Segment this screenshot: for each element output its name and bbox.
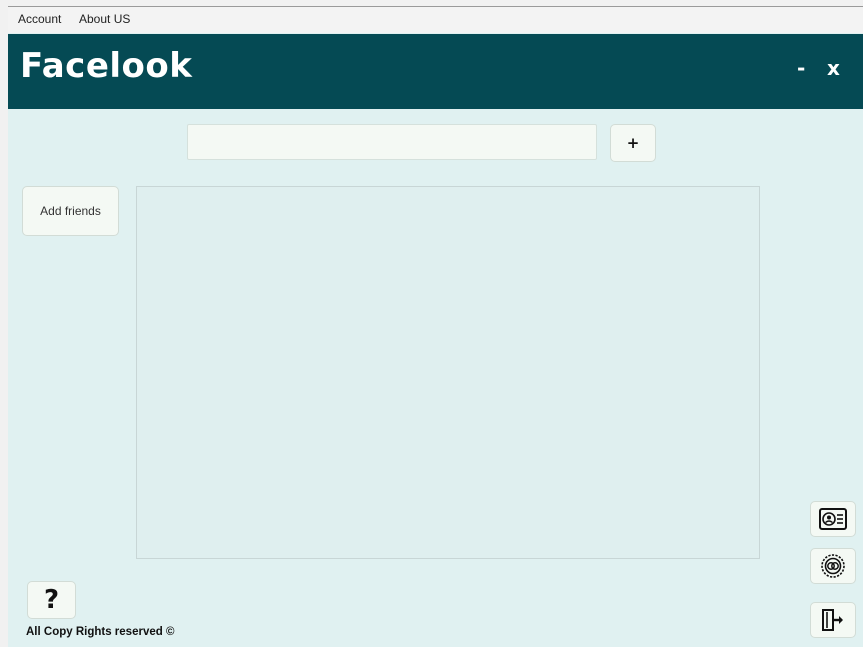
settings-button[interactable] [810, 548, 856, 584]
profile-card-icon [819, 508, 847, 530]
app-header: Facelook - x [8, 34, 863, 109]
help-button[interactable]: ? [27, 581, 76, 619]
logout-icon [822, 609, 843, 631]
add-button[interactable]: + [610, 124, 656, 162]
minimize-button[interactable]: - [797, 56, 805, 80]
content-panel [136, 186, 760, 559]
app-title: Facelook [20, 46, 193, 86]
logout-button[interactable] [810, 602, 856, 638]
menu-bar: Account About US [8, 7, 863, 33]
add-friends-button[interactable]: Add friends [22, 186, 119, 236]
menu-about-us[interactable]: About US [79, 12, 130, 26]
profile-card-button[interactable] [810, 501, 856, 537]
app-window: Account About US Facelook - x + Add frie… [8, 6, 863, 647]
close-button[interactable]: x [827, 56, 840, 80]
settings-icon [821, 554, 845, 578]
copyright-footer: All Copy Rights reserved © [26, 626, 175, 638]
search-input[interactable] [187, 124, 597, 160]
menu-account[interactable]: Account [18, 12, 61, 26]
